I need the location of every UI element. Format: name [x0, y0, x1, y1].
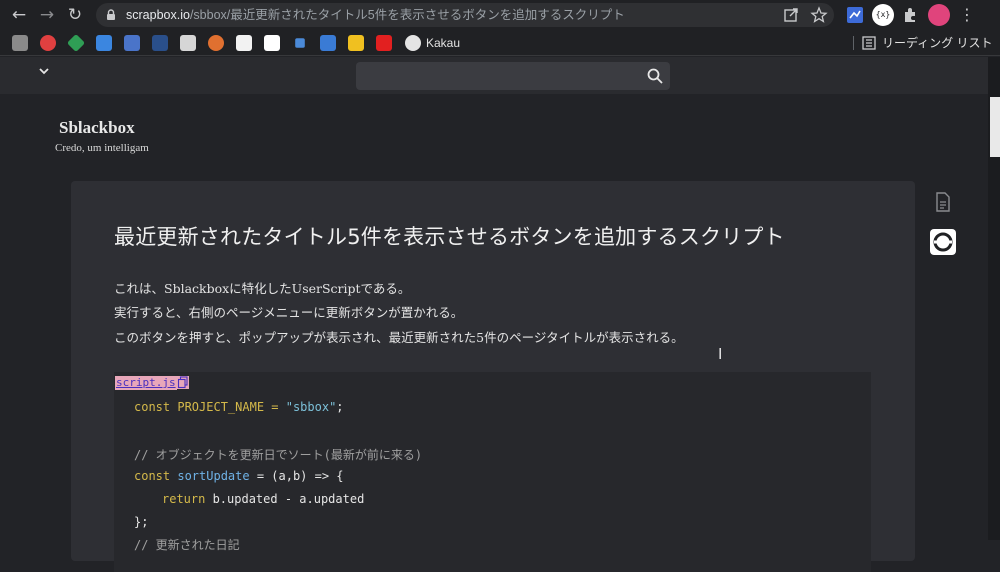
- bookmark-notion-icon[interactable]: [264, 35, 280, 51]
- bookmark-google-icon[interactable]: [40, 35, 56, 51]
- bookmark-m-icon[interactable]: [348, 35, 364, 51]
- bookmark-box-icon[interactable]: [236, 35, 252, 51]
- search-icon[interactable]: [646, 67, 664, 85]
- bookmark-k-icon[interactable]: [320, 35, 336, 51]
- scrapbox-header: [0, 57, 988, 94]
- back-button[interactable]: ←: [8, 4, 30, 26]
- bookmark-orange-icon[interactable]: [208, 35, 224, 51]
- code-filename-link[interactable]: script.js: [115, 376, 177, 390]
- scrollbar[interactable]: [988, 57, 1000, 540]
- reload-button[interactable]: ↻: [64, 4, 86, 26]
- code-line-5[interactable]: };: [134, 515, 148, 529]
- bookmarks-bar: Kakau リーディング リスト: [0, 30, 1000, 56]
- url-text[interactable]: scrapbox.io/sbbox/最近更新されたタイトル5件を表示させるボタン…: [126, 3, 625, 27]
- project-subtitle: Credo, um intelligam: [55, 142, 149, 154]
- refresh-icon[interactable]: [930, 229, 956, 255]
- chevron-down-icon[interactable]: [38, 65, 50, 77]
- page-title[interactable]: 最近更新されたタイトル5件を表示させるボタンを追加するスクリプト: [114, 221, 785, 251]
- bookmark-translate-icon[interactable]: [124, 35, 140, 51]
- extensions-puzzle-icon[interactable]: [900, 4, 922, 26]
- page-line-2[interactable]: 実行すると、右側のページメニューに更新ボタンが置かれる。: [114, 302, 463, 321]
- bookmark-infinity-icon[interactable]: [96, 35, 112, 51]
- text-cursor-icon: I: [718, 345, 723, 363]
- page-content: 最近更新されたタイトル5件を表示させるボタンを追加するスクリプト これは、Sbl…: [71, 181, 915, 572]
- search-form: [356, 62, 670, 90]
- page-menu-document-icon[interactable]: [934, 192, 952, 212]
- bookmark-youtube-icon[interactable]: [376, 35, 392, 51]
- page-line-1[interactable]: これは、Sblackboxに特化したUserScriptである。: [114, 278, 410, 297]
- extension-blue-icon[interactable]: [844, 4, 866, 26]
- bookmark-grid-icon[interactable]: [180, 35, 196, 51]
- bookmark-books-icon[interactable]: [12, 35, 28, 51]
- page-line-3[interactable]: このボタンを押すと、ポップアップが表示され、最近更新された5件のページタイトルが…: [114, 327, 684, 346]
- copy-icon[interactable]: [177, 376, 189, 389]
- bookmark-sparkle-icon[interactable]: [295, 38, 305, 48]
- bookmark-globe-icon[interactable]: [405, 35, 421, 51]
- lock-icon[interactable]: [104, 8, 118, 22]
- bookmark-circle-icon[interactable]: [152, 35, 168, 51]
- bookmark-star-icon[interactable]: [810, 6, 828, 24]
- reading-list-icon[interactable]: [861, 35, 877, 51]
- code-comment-1[interactable]: // オブジェクトを更新日でソート(最新が前に来る): [134, 446, 422, 463]
- project-title[interactable]: Sblackbox: [59, 118, 135, 138]
- search-input[interactable]: [364, 66, 634, 86]
- open-external-icon[interactable]: [782, 6, 800, 24]
- code-line-6[interactable]: // 更新された日記: [134, 536, 240, 553]
- address-bar[interactable]: scrapbox.io/sbbox/最近更新されたタイトル5件を表示させるボタン…: [96, 3, 834, 27]
- project-menu-caret-icon[interactable]: [36, 65, 52, 81]
- scrapbox-extension-icon[interactable]: {x}: [872, 4, 894, 26]
- code-line-4[interactable]: return b.updated - a.updated: [162, 492, 364, 506]
- bookmark-diamond-icon[interactable]: [66, 33, 86, 53]
- browser-toolbar: ← → ↻ scrapbox.io/sbbox/最近更新されたタイトル5件を表示…: [0, 0, 1000, 30]
- chrome-menu-icon[interactable]: ⋮: [956, 4, 978, 26]
- bookmark-kakau[interactable]: Kakau: [426, 33, 460, 53]
- scrollbar-thumb[interactable]: [990, 97, 1000, 157]
- reading-list-label[interactable]: リーディング リスト: [882, 33, 993, 53]
- code-line-3[interactable]: const sortUpdate = (a,b) => {: [134, 469, 344, 483]
- forward-button[interactable]: →: [36, 4, 58, 26]
- code-line-1[interactable]: const PROJECT_NAME = "sbbox";: [134, 400, 344, 414]
- profile-avatar[interactable]: [928, 4, 950, 26]
- update-list-button[interactable]: [930, 229, 956, 255]
- bookmarks-separator: [853, 36, 854, 50]
- code-block[interactable]: script.js const PROJECT_NAME = "sbbox"; …: [114, 372, 871, 572]
